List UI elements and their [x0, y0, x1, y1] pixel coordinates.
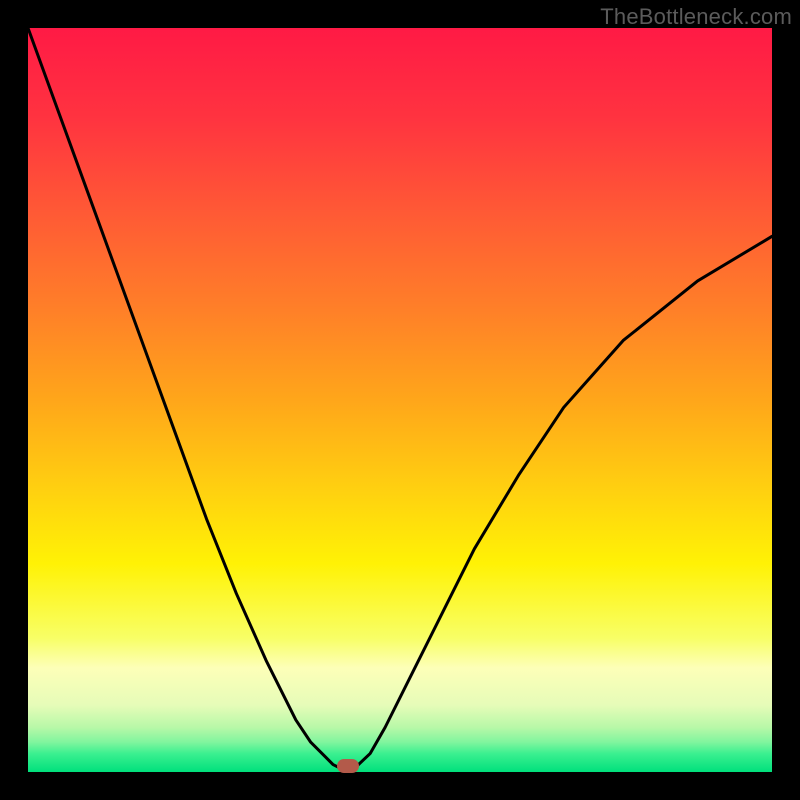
plot-background-gradient [28, 28, 772, 772]
plot-frame [28, 28, 772, 772]
optimal-point-marker [337, 759, 359, 773]
watermark-text: TheBottleneck.com [600, 4, 792, 30]
